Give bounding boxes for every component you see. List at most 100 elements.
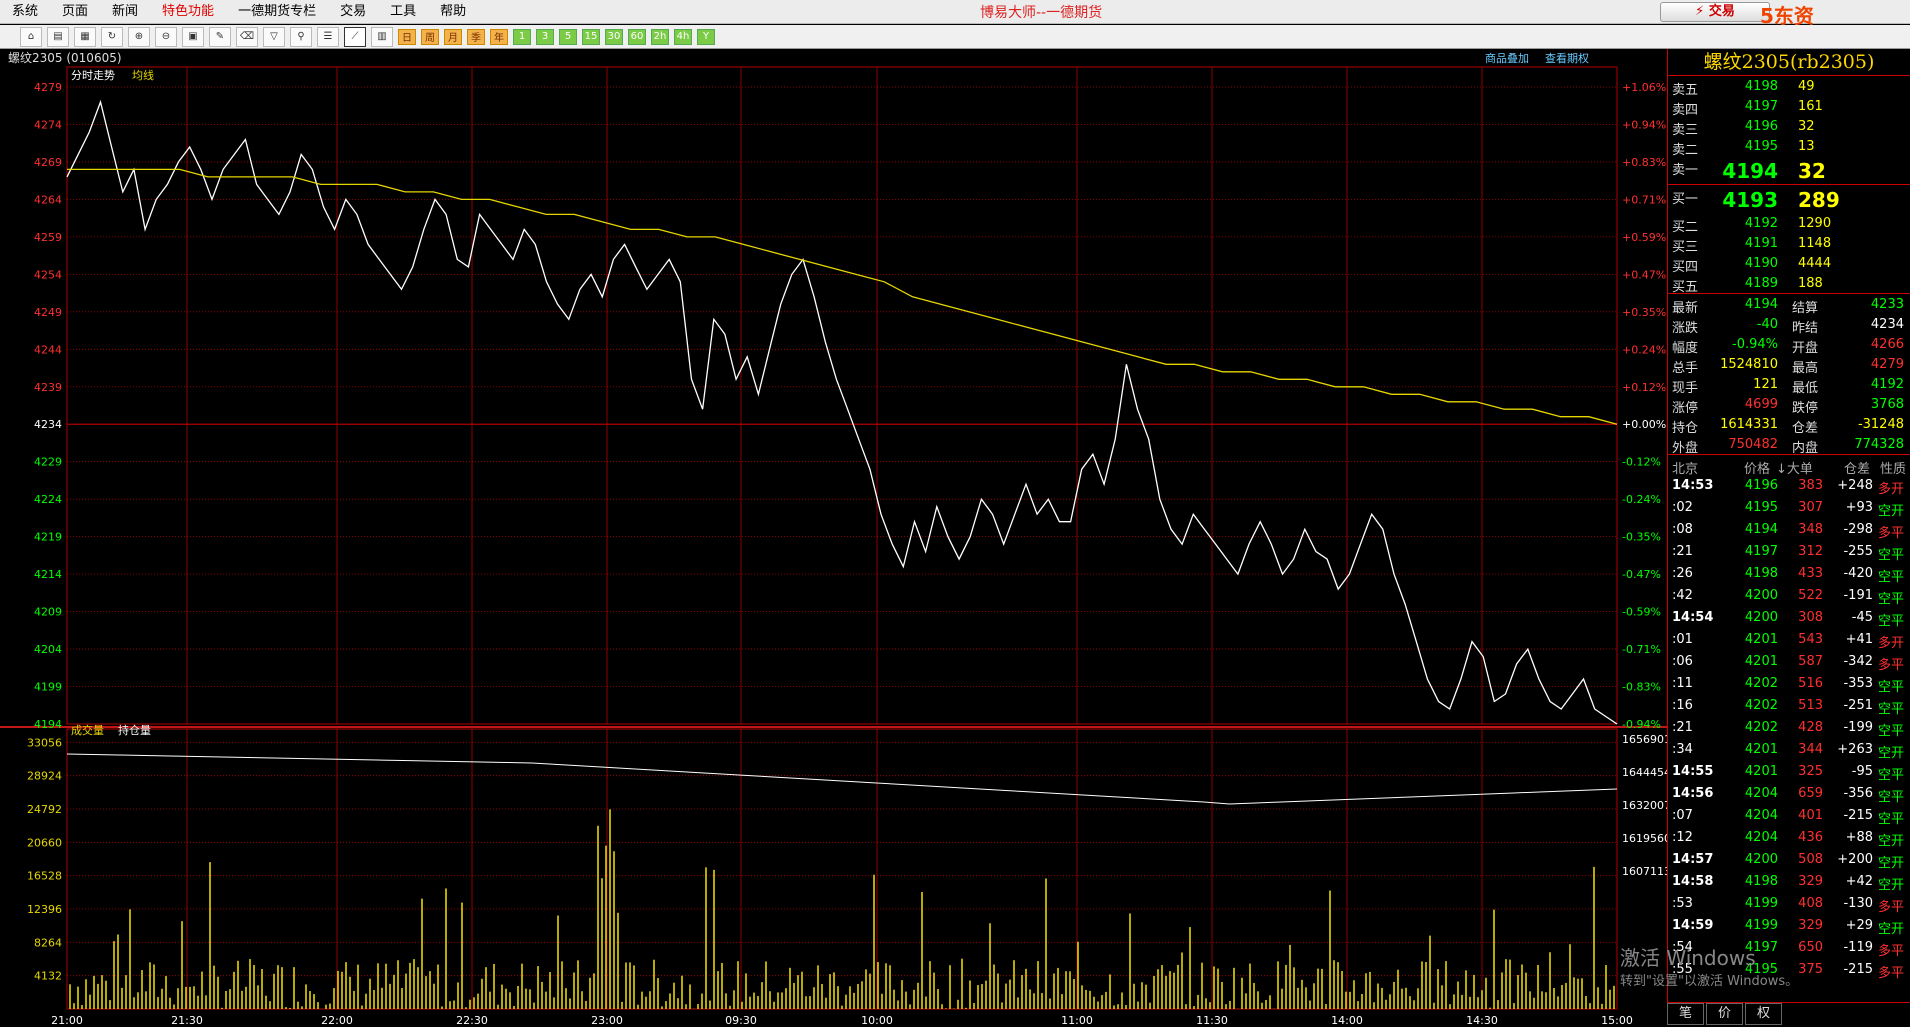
oi-axis-label: 1656901 (1622, 733, 1667, 746)
price-axis-label: 4234 (34, 418, 62, 431)
volume-axis-label: 8264 (34, 936, 62, 949)
bid-row: 买五 4189 188 (1668, 273, 1910, 295)
filter-icon[interactable]: ▽ (263, 26, 285, 47)
kline-icon[interactable]: ▥ (371, 26, 393, 47)
price-axis-label: 4209 (34, 606, 62, 619)
period-button-30[interactable]: 30 (605, 28, 623, 45)
tick-oi-change: -356 (1843, 786, 1873, 801)
news-icon[interactable]: ▦ (74, 26, 96, 47)
bid-volume: 1290 (1798, 216, 1832, 231)
eraser-icon[interactable]: ⌫ (236, 26, 258, 47)
stat-value: -31248 (1857, 417, 1904, 432)
volume-panel-frame (66, 728, 1618, 1010)
pct-axis-label: +0.00% (1622, 418, 1666, 431)
menu-item-2[interactable]: 新闻 (100, 0, 150, 24)
period-button-4h[interactable]: 4h (674, 28, 692, 45)
tick-row: :08 4194 348 -298 多平 (1668, 519, 1910, 541)
period-button-60[interactable]: 60 (628, 28, 646, 45)
overlay-link[interactable]: 商品叠加 (1485, 51, 1529, 65)
stat-value: 3768 (1870, 397, 1904, 412)
tick-volume: 401 (1798, 808, 1823, 823)
list-icon[interactable]: ☰ (317, 26, 339, 47)
stat-row: 现手 121 最低 4192 (1668, 374, 1910, 396)
menu-item-3[interactable]: 特色功能 (150, 0, 226, 24)
bid-row: 买一 4193 289 (1668, 185, 1910, 213)
menu-item-6[interactable]: 工具 (378, 0, 428, 24)
menu-item-4[interactable]: 一德期货专栏 (226, 0, 328, 24)
tick-price: 4202 (1744, 676, 1778, 691)
price-axis-label: 4254 (34, 268, 62, 281)
bid-price: 4193 (1722, 188, 1778, 212)
tick-volume: 436 (1798, 830, 1823, 845)
oi-axis-label: 1619560 (1622, 832, 1667, 845)
menu-item-5[interactable]: 交易 (328, 0, 378, 24)
home-icon[interactable]: ⌂ (20, 26, 42, 47)
tick-oi-change: +41 (1845, 632, 1873, 647)
tick-time: 14:58 (1672, 874, 1714, 889)
ask-price: 4198 (1744, 79, 1778, 94)
intraday-chart[interactable]: 螺纹2305 (010605) 商品叠加 查看期权分时走势 均线成交量 持仓量 4279 +… (0, 49, 1667, 1027)
period-button-年[interactable]: 年 (490, 28, 508, 45)
period-button-1[interactable]: 1 (513, 28, 531, 45)
bottom-tab-价[interactable]: 价 (1706, 1003, 1743, 1025)
ask-label: 卖一 (1672, 163, 1699, 178)
ask-price: 4195 (1744, 139, 1778, 154)
menu-item-0[interactable]: 系统 (0, 0, 50, 24)
bid-price: 4191 (1744, 236, 1778, 251)
link-icon[interactable]: ⚲ (290, 26, 312, 47)
tick-price: 4197 (1744, 544, 1778, 559)
folder-icon[interactable]: ▤ (47, 26, 69, 47)
tick-oi-change: -255 (1843, 544, 1873, 559)
tick-time: 14:54 (1672, 610, 1714, 625)
tick-nature: 多平 (1878, 944, 1905, 959)
pct-axis-label: +0.94% (1622, 118, 1666, 131)
menu-item-7[interactable]: 帮助 (428, 0, 478, 24)
trade-button[interactable]: ⚡ 交易 (1660, 2, 1770, 22)
tick-price: 4201 (1744, 742, 1778, 757)
tick-time: 14:55 (1672, 764, 1714, 779)
time-axis-label: 21:00 (51, 1014, 83, 1027)
menu-item-1[interactable]: 页面 (50, 0, 100, 24)
tick-time: :01 (1672, 632, 1693, 647)
zoom-in-icon[interactable]: ⊕ (128, 26, 150, 47)
tick-nature: 空开 (1878, 878, 1905, 893)
stat-value: 4234 (1870, 317, 1904, 332)
period-button-Y[interactable]: Y (697, 28, 715, 45)
volume-axis-label: 16528 (27, 870, 62, 883)
period-button-日[interactable]: 日 (398, 28, 416, 45)
tick-row: 14:53 4196 383 +248 多开 (1668, 475, 1910, 497)
bottom-tab-笔[interactable]: 笔 (1667, 1003, 1704, 1025)
price-axis-label: 4194 (34, 718, 62, 731)
tick-oi-change: +42 (1845, 874, 1873, 889)
window-icon[interactable]: ▣ (182, 26, 204, 47)
pct-axis-label: +0.12% (1622, 381, 1666, 394)
time-axis-label: 11:30 (1196, 1014, 1228, 1027)
open-interest-line (66, 753, 1618, 805)
zoom-out-icon[interactable]: ⊖ (155, 26, 177, 47)
tick-time: :53 (1672, 896, 1693, 911)
price-axis-label: 4274 (34, 118, 62, 131)
period-button-15[interactable]: 15 (582, 28, 600, 45)
tick-oi-change: +88 (1845, 830, 1873, 845)
period-button-5[interactable]: 5 (559, 28, 577, 45)
quote-title: 螺纹2305(rb2305) (1668, 49, 1910, 76)
ask-row: 卖五 4198 49 (1668, 76, 1910, 98)
oi-axis-label: 1632007 (1622, 799, 1667, 812)
period-button-季[interactable]: 季 (467, 28, 485, 45)
line-chart-icon[interactable]: ⟋ (344, 26, 366, 47)
pen-icon[interactable]: ✎ (209, 26, 231, 47)
tick-oi-change: -251 (1843, 698, 1873, 713)
avg-price-line (67, 168, 1618, 425)
period-button-周[interactable]: 周 (421, 28, 439, 45)
tick-price: 4202 (1744, 720, 1778, 735)
ask-row: 卖四 4197 161 (1668, 96, 1910, 118)
period-button-2h[interactable]: 2h (651, 28, 669, 45)
tick-volume: 344 (1798, 742, 1823, 757)
bottom-tab-权[interactable]: 权 (1745, 1003, 1782, 1025)
options-link[interactable]: 查看期权 (1545, 51, 1589, 65)
tick-nature: 空平 (1878, 548, 1905, 563)
tick-oi-change: -95 (1851, 764, 1873, 779)
period-button-月[interactable]: 月 (444, 28, 462, 45)
refresh-icon[interactable]: ↻ (101, 26, 123, 47)
period-button-3[interactable]: 3 (536, 28, 554, 45)
